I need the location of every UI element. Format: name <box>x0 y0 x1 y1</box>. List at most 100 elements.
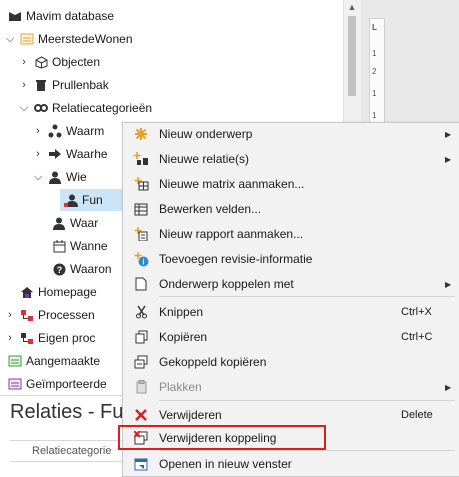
tree-item-waarhe[interactable]: › Waarhe <box>32 143 108 165</box>
tree-item-geimporteerde[interactable]: › Geïmporteerde <box>0 373 107 395</box>
tree-item-label: Prullenbak <box>52 78 109 92</box>
menu-item-plakken[interactable]: Plakken ▶ <box>123 376 459 398</box>
tree-item-label: Objecten <box>52 55 101 69</box>
menu-item-nieuwe-matrix[interactable]: Nieuwe matrix aanmaken... <box>123 173 459 195</box>
submenu-arrow-icon: ▶ <box>445 382 452 392</box>
scroll-up-icon[interactable]: ▲ <box>347 2 357 12</box>
tree-item-label: Processen <box>38 308 95 322</box>
tree-item-wanne[interactable]: Wanne <box>48 235 108 257</box>
chevron-right-icon[interactable]: › <box>18 79 30 91</box>
delete-icon <box>133 407 149 423</box>
tree-item-label: Mavim database <box>26 9 115 23</box>
chevron-down-icon[interactable]: ⌵ <box>4 33 16 45</box>
menu-item-gekoppeld-kopieren[interactable]: Gekoppeld kopiëren <box>123 351 459 373</box>
ruler-mark: 1 <box>372 89 377 98</box>
svg-text:?: ? <box>56 265 62 275</box>
tree-item-objecten[interactable]: › Objecten <box>18 51 100 73</box>
scissors-icon <box>133 304 149 320</box>
menu-shortcut: Ctrl+C <box>401 331 433 343</box>
chevron-down-icon[interactable]: ⌵ <box>18 102 30 114</box>
menu-shortcut: Ctrl+X <box>401 306 432 318</box>
menu-item-nieuwe-relatie[interactable]: Nieuwe relatie(s) ▶ <box>123 148 459 170</box>
ruler-mark: 1 <box>372 49 377 58</box>
tree-item-label: Wie <box>66 170 87 184</box>
tree-item-waarm[interactable]: › Waarm <box>32 120 104 142</box>
process-icon <box>20 308 34 322</box>
submenu-arrow-icon: ▶ <box>445 154 452 164</box>
tree-item-prullenbak[interactable]: › Prullenbak <box>18 74 109 96</box>
folder-icon <box>20 32 34 46</box>
chevron-right-icon[interactable]: › <box>0 378 4 390</box>
relations-title: Relaties - Fu <box>10 401 124 423</box>
folder-icon <box>8 354 22 368</box>
menu-item-label: Onderwerp koppelen met <box>159 277 294 291</box>
menu-item-label: Bewerken velden... <box>159 202 262 216</box>
menu-item-onderwerp-koppelen[interactable]: Onderwerp koppelen met ▶ <box>123 273 459 295</box>
trash-icon <box>34 78 48 92</box>
menu-item-label: Openen in nieuw venster <box>159 457 292 471</box>
tree-item-label: Relatiecategorieën <box>52 101 153 115</box>
chevron-right-icon[interactable]: › <box>32 148 44 160</box>
menu-item-label: Nieuw rapport aanmaken... <box>159 227 304 241</box>
ruler-mark: 2 <box>372 67 377 76</box>
tree-item-label: Waarm <box>66 124 105 138</box>
tree-item-label: Waarhe <box>66 147 108 161</box>
chevron-right-icon[interactable]: › <box>18 56 30 68</box>
tree-item-label: Fun <box>82 193 103 207</box>
svg-text:i: i <box>142 257 144 266</box>
menu-item-nieuw-onderwerp[interactable]: Nieuw onderwerp ▶ <box>123 123 459 145</box>
tree-item-processen[interactable]: › Processen <box>4 304 95 326</box>
menu-item-label: Verwijderen <box>159 408 222 422</box>
tree-item-fun[interactable]: Fun <box>60 189 128 211</box>
chevron-right-icon[interactable]: › <box>4 309 16 321</box>
menu-item-kopieren[interactable]: Kopiëren Ctrl+C <box>123 326 459 348</box>
menu-item-label: Toevoegen revisie-informatie <box>159 252 313 266</box>
tree-item-waar[interactable]: Waar <box>48 212 98 234</box>
tree-item-label: Homepage <box>38 285 97 299</box>
menu-item-openen-nieuw-venster[interactable]: Openen in nieuw venster <box>123 453 459 475</box>
tree-item-eigen-proc[interactable]: › Eigen proc <box>4 327 95 349</box>
tree-item-relatiecategorieen[interactable]: ⌵ Relatiecategorieën <box>18 97 152 119</box>
paste-icon <box>133 379 149 395</box>
tree-item-label: Geïmporteerde <box>26 377 107 391</box>
new-window-icon <box>133 456 149 472</box>
menu-item-bewerken-velden[interactable]: Bewerken velden... <box>123 198 459 220</box>
copy-icon <box>133 329 149 345</box>
menu-item-label: Plakken <box>159 380 202 394</box>
link-icon <box>34 101 48 115</box>
tree-item-label: MeerstedeWonen <box>38 32 133 46</box>
menu-item-nieuw-rapport[interactable]: Nieuw rapport aanmaken... <box>123 223 459 245</box>
tree-root[interactable]: Mavim database <box>8 5 114 27</box>
new-item-icon <box>133 126 149 142</box>
tree-item-waaron[interactable]: ? Waaron <box>48 258 112 280</box>
menu-item-verwijderen[interactable]: Verwijderen Delete <box>123 404 459 426</box>
home-icon <box>20 285 34 299</box>
menu-separator <box>159 400 455 401</box>
tree-item-homepage[interactable]: Homepage <box>16 281 97 303</box>
menu-item-knippen[interactable]: Knippen Ctrl+X <box>123 301 459 323</box>
chevron-right-icon[interactable]: › <box>4 332 16 344</box>
tree-item-aangemaakte[interactable]: › Aangemaakte <box>0 350 100 372</box>
menu-separator <box>159 450 455 451</box>
folder-icon <box>8 377 22 391</box>
chevron-right-icon[interactable]: › <box>0 355 4 367</box>
cube-icon <box>34 55 48 69</box>
document-icon <box>133 276 149 292</box>
menu-item-revisie-informatie[interactable]: i Toevoegen revisie-informatie <box>123 248 459 270</box>
person-icon <box>48 170 62 184</box>
matrix-icon <box>133 176 149 192</box>
scrollbar-thumb[interactable] <box>348 16 356 96</box>
context-menu: Nieuw onderwerp ▶ Nieuwe relatie(s) ▶ Ni… <box>122 122 459 477</box>
menu-item-label: Knippen <box>159 305 204 319</box>
chevron-right-icon[interactable]: › <box>32 125 44 137</box>
linked-copy-icon <box>133 354 149 370</box>
tree-item-label: Waar <box>70 216 99 230</box>
chevron-down-icon[interactable]: ⌵ <box>32 171 44 183</box>
submenu-arrow-icon: ▶ <box>445 129 452 139</box>
arrow-right-icon <box>48 147 62 161</box>
table-icon <box>133 201 149 217</box>
tree-item-wie[interactable]: ⌵ Wie <box>32 166 87 188</box>
tree-item-meerstede[interactable]: ⌵ MeerstedeWonen <box>4 28 133 50</box>
calendar-icon <box>52 239 66 253</box>
person-role-icon <box>64 193 78 207</box>
